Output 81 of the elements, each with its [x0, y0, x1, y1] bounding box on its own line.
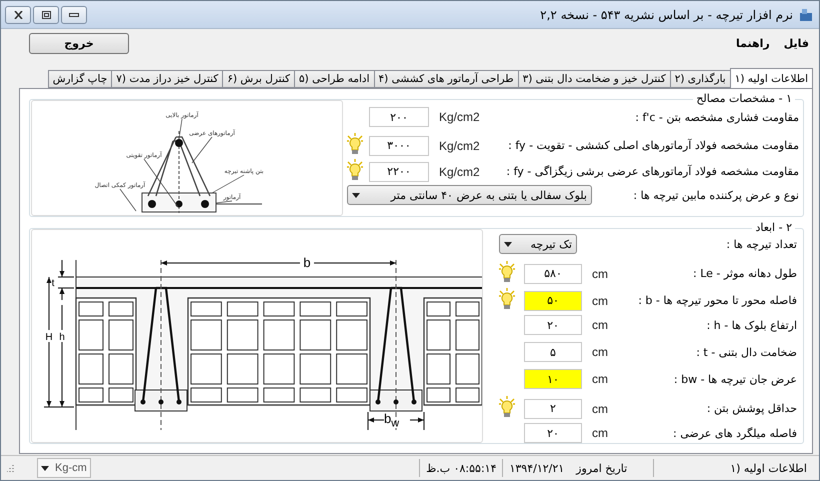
minimize-icon [69, 12, 79, 16]
light-bulb-icon[interactable] [347, 159, 363, 181]
tab[interactable]: کنترل خیز و ضخامت دال بتنی (۳ [518, 70, 671, 88]
field-label: ضخامت دال بتنی - t : [695, 346, 797, 358]
field-label: فاصله محور تا محور تیرچه ها - b : [637, 294, 797, 307]
status-section: اطلاعات اولیه (۱ [724, 462, 813, 474]
number-field[interactable]: ۲۰۰ [369, 107, 429, 127]
number-field[interactable]: ۵۸۰ [524, 264, 582, 284]
dropdown[interactable]: تک تیرچه [499, 234, 577, 254]
maximize-button[interactable] [33, 6, 59, 24]
field-label: فاصله میلگرد های عرضی : [672, 426, 797, 440]
leader-line [192, 136, 212, 164]
unit-label: cm [591, 294, 609, 308]
leader-line [216, 200, 232, 204]
tab[interactable]: کنترل خیز دراز مدت (۷ [111, 70, 224, 88]
tab[interactable]: چاپ گزارش [48, 70, 112, 88]
caret-icon [41, 466, 49, 470]
menu-item[interactable]: راهنما [736, 36, 770, 50]
number-field[interactable]: ۲۰ [524, 423, 582, 443]
number-field[interactable]: ۲۰ [524, 315, 582, 335]
tab[interactable]: طراحی آرماتور های کششی (۴ [374, 70, 519, 88]
exit-button[interactable]: خروج [29, 32, 129, 54]
unit-label: Kg/cm2 [438, 164, 481, 178]
field-label: طول دهانه موثر - Le : [692, 267, 797, 280]
caret-icon [352, 192, 360, 198]
tab[interactable]: ادامه طراحی (۵ [294, 70, 375, 88]
dimension-label: b [303, 255, 311, 270]
maximize-icon [42, 10, 50, 18]
resize-grip-icon [7, 464, 15, 472]
unit-label: cm [591, 318, 609, 332]
field-label: مقاومت فشاری مشخصه بتن - f'c : [634, 110, 799, 124]
date-label: تاریخ امروز [574, 462, 628, 474]
light-bulb-icon[interactable] [499, 288, 515, 310]
light-bulb-icon[interactable] [499, 396, 515, 418]
units-dropdown[interactable]: Kg-cm [37, 458, 91, 478]
light-bulb-icon[interactable] [347, 133, 363, 155]
window-title: نرم افزار تیرچه - بر اساس نشریه ۵۴۳ - نسخه ۲,۲ [540, 8, 793, 22]
dropdown[interactable]: بلوک سفالی یا بتنی به عرض ۴۰ سانتی متر [347, 185, 592, 205]
field-label: مقاومت مشخصه فولاد آرماتورهای عرضی برشی زیگزاگی - fy : [505, 165, 799, 178]
field-label: ارتفاع بلوک ها - h : [706, 318, 797, 332]
dimension-label: h [59, 332, 65, 343]
caret-icon [504, 242, 512, 246]
number-field[interactable]: ۵۰ [524, 290, 582, 310]
tab[interactable]: بارگذاری (۲ [670, 70, 731, 88]
field-label: حداقل پوشش بتن : [706, 402, 797, 415]
unit-label: Kg/cm2 [438, 110, 481, 124]
time-text: ۰۸:۵۵:۱۴ ب.ظ [425, 462, 498, 474]
dimension-label: H [45, 332, 53, 343]
leader-line [120, 188, 136, 212]
unit-label: cm [591, 372, 609, 386]
number-field[interactable]: ۵ [524, 342, 582, 362]
unit-label: cm [591, 345, 609, 359]
leader-line [178, 118, 182, 140]
tab[interactable]: اطلاعات اولیه (۱ [730, 68, 813, 88]
number-field[interactable]: ۲ [524, 398, 582, 418]
app-icon [799, 8, 813, 22]
number-field[interactable]: ۲۲۰۰ [369, 162, 429, 182]
menu-item[interactable]: فایل [784, 36, 809, 50]
field-label: تعداد تیرچه ها : [725, 238, 797, 250]
dimension-label: b$_{w}$ [384, 411, 400, 426]
group-title: ۲ - ابعاد [752, 221, 795, 234]
unit-label: cm [591, 266, 609, 280]
dimension-label: t [52, 278, 54, 289]
tab[interactable]: کنترل برش (۶ [222, 70, 296, 88]
field-label: مقاومت مشخصه فولاد آرماتورهای اصلی کششی - تقویت - fy : [507, 139, 799, 152]
light-bulb-icon[interactable] [499, 261, 515, 283]
leader-line [144, 158, 178, 208]
unit-label: cm [591, 402, 609, 416]
close-icon [14, 10, 22, 18]
leader-line [212, 174, 244, 194]
field-label: نوع و عرض پرکننده مابین تیرچه ها : [632, 188, 799, 202]
dimension-line [368, 412, 424, 430]
group-title: ۱ - مشخصات مصالح [693, 92, 795, 105]
unit-label: cm [591, 426, 609, 440]
number-field[interactable]: ۱۰ [524, 369, 582, 389]
unit-label: Kg/cm2 [438, 138, 481, 152]
minimize-button[interactable] [61, 6, 87, 24]
date-text: ۱۳۹۴/۱۲/۲۱ [508, 462, 566, 474]
close-button[interactable] [5, 6, 31, 24]
field-label: عرض جان تیرچه ها - bw : [672, 372, 797, 386]
number-field[interactable]: ۳۰۰۰ [369, 136, 429, 156]
